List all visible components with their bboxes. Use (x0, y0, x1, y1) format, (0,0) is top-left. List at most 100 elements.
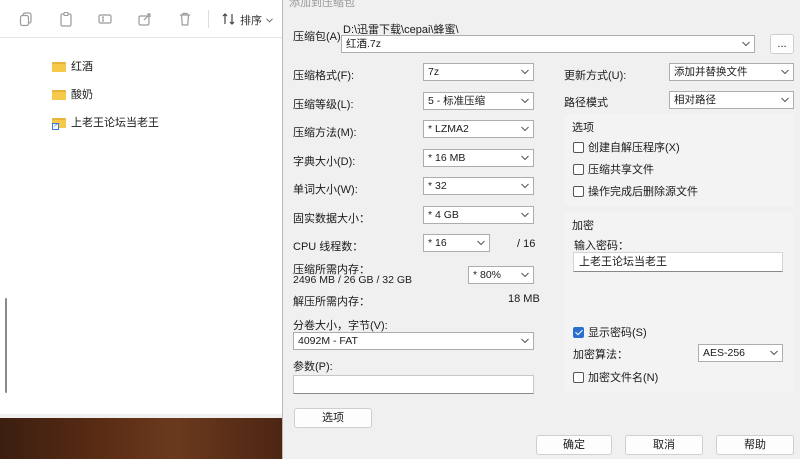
desktop-wallpaper (0, 418, 290, 459)
shared-files-label: 压缩共享文件 (588, 164, 654, 176)
sort-icon (222, 12, 236, 28)
chevron-down-icon (521, 212, 529, 218)
chevron-down-icon (521, 98, 529, 104)
mem-decomp-label: 解压所需内存： (293, 296, 370, 308)
dict-label: 字典大小(D): (293, 156, 356, 168)
encryption-method-value: AES-256 (703, 347, 746, 359)
path-mode-label: 路径模式 (564, 97, 608, 109)
help-button[interactable]: 帮助 (716, 435, 794, 455)
ok-button[interactable]: 确定 (536, 435, 612, 455)
cancel-button[interactable]: 取消 (625, 435, 703, 455)
explorer-toolbar: 排序 (0, 0, 290, 38)
toolbar-separator (208, 10, 209, 28)
share-icon[interactable] (137, 11, 153, 27)
paste-icon[interactable] (58, 11, 74, 27)
chevron-down-icon (781, 97, 789, 103)
split-value: 4092M - FAT (298, 335, 358, 347)
scrollbar[interactable] (5, 298, 7, 393)
update-select[interactable]: 添加并替换文件 (669, 63, 794, 81)
password-input[interactable]: 上老王论坛当老王 (573, 252, 783, 272)
dict-value: * 16 MB (428, 152, 466, 164)
level-label: 压缩等级(L): (293, 99, 354, 111)
chevron-down-icon (742, 41, 750, 47)
list-item[interactable]: 酸奶 (52, 80, 159, 108)
sort-label: 排序 (240, 15, 262, 27)
mem-pct-value: * 80% (473, 269, 502, 281)
chevron-down-icon (781, 69, 789, 75)
delete-icon[interactable] (177, 11, 193, 27)
encryption-method-label: 加密算法： (573, 349, 628, 361)
mem-usage-select[interactable]: * 80% (468, 266, 534, 284)
method-value: * LZMA2 (428, 123, 469, 135)
password-value: 上老王论坛当老王 (579, 256, 667, 268)
path-mode-value: 相对路径 (674, 94, 716, 106)
encryption-group-title: 加密 (572, 220, 594, 232)
sort-button[interactable]: 排序 (222, 12, 273, 28)
checkbox-box (573, 185, 584, 197)
archive-name-combobox[interactable]: 红酒.7z (341, 35, 755, 53)
format-value: 7z (428, 66, 440, 78)
archive-label: 压缩包(A) (293, 31, 341, 43)
encrypt-names-label: 加密文件名(N) (588, 372, 659, 384)
file-name: 酸奶 (71, 89, 93, 101)
archive-name-value: 红酒.7z (346, 38, 382, 50)
list-item[interactable]: ↗ 上老王论坛当老王 (52, 108, 159, 136)
add-to-archive-dialog: 添加到压缩包 压缩包(A) D:\迅雷下载\cepai\蜂蜜\ 红酒.7z ..… (282, 0, 800, 459)
cpu-select[interactable]: * 16 (423, 234, 490, 252)
word-select[interactable]: * 32 (423, 177, 534, 195)
cpu-label: CPU 线程数： (293, 241, 364, 253)
file-name: 上老王论坛当老王 (71, 117, 159, 129)
params-input[interactable] (293, 375, 534, 394)
format-label: 压缩格式(F): (293, 70, 355, 82)
split-label: 分卷大小，字节(V): (293, 320, 388, 332)
format-select[interactable]: 7z (423, 63, 534, 81)
file-name: 红酒 (71, 61, 93, 73)
solid-label: 固实数据大小： (293, 213, 370, 225)
show-password-checkbox[interactable]: 显示密码(S) (573, 324, 647, 340)
dialog-title-fragment: 添加到压缩包 (289, 0, 355, 9)
options-button[interactable]: 选项 (294, 408, 372, 428)
chevron-down-icon (521, 272, 529, 278)
folder-shortcut-icon: ↗ (52, 117, 66, 130)
delete-after-label: 操作完成后删除源文件 (588, 186, 698, 198)
encryption-method-select[interactable]: AES-256 (698, 344, 783, 362)
dict-select[interactable]: * 16 MB (423, 149, 534, 167)
chevron-down-icon (770, 350, 778, 356)
level-select[interactable]: 5 - 标准压缩 (423, 92, 534, 110)
folder-icon (52, 89, 66, 100)
word-label: 单词大小(W): (293, 184, 358, 196)
folder-icon (52, 61, 66, 72)
browse-button[interactable]: ... (770, 34, 794, 54)
checkbox-box (573, 371, 584, 383)
list-item[interactable]: 红酒 (52, 52, 159, 80)
sfx-checkbox[interactable]: 创建自解压程序(X) (573, 139, 680, 155)
params-label: 参数(P): (293, 361, 333, 373)
chevron-down-icon (521, 126, 529, 132)
level-value: 5 - 标准压缩 (428, 95, 486, 107)
chevron-down-icon (521, 183, 529, 189)
path-mode-select[interactable]: 相对路径 (669, 91, 794, 109)
chevron-down-icon (521, 155, 529, 161)
encryption-group: 加密 输入密码： 上老王论坛当老王 显示密码(S) 加密算法： AES-256 … (564, 212, 794, 392)
mem-comp-value: 2496 MB / 26 GB / 32 GB (293, 274, 413, 286)
word-value: * 32 (428, 180, 447, 192)
password-label: 输入密码： (574, 240, 629, 252)
update-label: 更新方式(U): (564, 70, 627, 82)
checkbox-box-checked (573, 326, 584, 338)
copy-icon[interactable] (18, 11, 34, 27)
cpu-total: / 16 (517, 238, 536, 250)
shared-files-checkbox[interactable]: 压缩共享文件 (573, 161, 654, 177)
sfx-label: 创建自解压程序(X) (588, 142, 680, 154)
rename-icon[interactable] (97, 11, 113, 27)
file-list: 红酒 酸奶 ↗ 上老王论坛当老王 (52, 52, 159, 136)
method-select[interactable]: * LZMA2 (423, 120, 534, 138)
chevron-down-icon (477, 240, 485, 246)
chevron-down-icon (521, 338, 529, 344)
options-group-title: 选项 (572, 122, 594, 134)
delete-after-checkbox[interactable]: 操作完成后删除源文件 (573, 183, 698, 199)
chevron-down-icon (521, 69, 529, 75)
encrypt-names-checkbox[interactable]: 加密文件名(N) (573, 369, 658, 385)
split-select[interactable]: 4092M - FAT (293, 332, 534, 350)
solid-select[interactable]: * 4 GB (423, 206, 534, 224)
checkbox-box (573, 163, 584, 175)
